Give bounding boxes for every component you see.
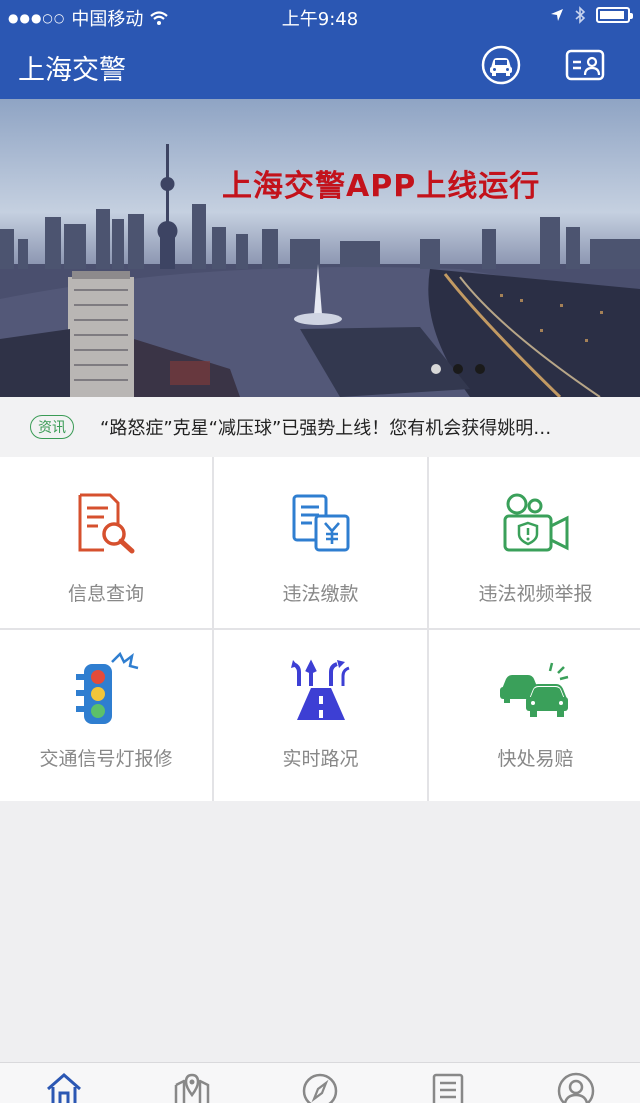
id-card-button[interactable] (564, 44, 606, 86)
banner-headline: 上海交警APP上线运行 (222, 169, 541, 204)
status-time: 上午9:48 (281, 9, 359, 30)
tab-discover[interactable] (298, 1071, 342, 1103)
city-skyline-image (0, 144, 640, 397)
tab-map[interactable] (170, 1071, 214, 1103)
location-arrow-icon (551, 9, 563, 21)
service-label: 交通信号灯报修 (39, 748, 173, 770)
tab-bar (0, 1062, 640, 1103)
tab-home[interactable] (42, 1071, 86, 1103)
traffic-light-icon (76, 651, 139, 724)
document-search-icon (78, 493, 135, 554)
carousel-dot (475, 364, 485, 374)
compass-icon (302, 1073, 338, 1103)
service-traffic-light-repair[interactable]: 交通信号灯报修 (0, 630, 212, 801)
service-label: 违法缴款 (282, 583, 359, 605)
id-card-icon (565, 49, 605, 81)
car-accident-icon (499, 662, 568, 717)
service-grid: 信息查询 违法缴款 违法视频举报 交通信号灯报修 实时路况 快处易赔 (0, 457, 640, 801)
nav-bar: 上海交警 (0, 32, 640, 99)
list-icon (432, 1073, 464, 1103)
tab-profile[interactable] (554, 1071, 598, 1103)
road-icon (290, 659, 350, 720)
carousel-indicator (431, 364, 485, 374)
user-icon (557, 1072, 595, 1103)
carousel-dot (453, 364, 463, 374)
home-icon (47, 1073, 81, 1103)
news-headline[interactable]: “路怒症”克星“减压球”已强势上线！您有机会获得姚明… (100, 414, 551, 440)
payment-bill-icon (292, 494, 349, 552)
bluetooth-icon (575, 6, 586, 24)
service-realtime-traffic[interactable]: 实时路况 (214, 630, 427, 801)
news-tag: 资讯 (30, 415, 74, 439)
service-info-query[interactable]: 信息查询 (0, 457, 212, 628)
service-label: 实时路况 (282, 748, 359, 770)
car-button[interactable] (480, 44, 522, 86)
tab-news[interactable] (426, 1071, 470, 1103)
service-label: 违法视频举报 (478, 583, 593, 605)
carousel-dot (431, 364, 441, 374)
banner-carousel[interactable]: 上海交警APP上线运行 (0, 99, 640, 397)
service-fine-payment[interactable]: 违法缴款 (214, 457, 427, 628)
status-bar: ●●●○○ 中国移动 上午9:48 (0, 0, 640, 32)
map-pin-icon (174, 1073, 210, 1103)
service-label: 信息查询 (67, 583, 144, 605)
video-camera-icon (503, 493, 568, 552)
service-label: 快处易赔 (497, 748, 574, 770)
battery-icon (596, 7, 633, 23)
car-icon (481, 45, 521, 85)
service-quick-claim[interactable]: 快处易赔 (429, 630, 640, 801)
page-title: 上海交警 (18, 55, 126, 86)
news-ticker[interactable]: 资讯 “路怒症”克星“减压球”已强势上线！您有机会获得姚明… (0, 397, 640, 457)
service-video-report[interactable]: 违法视频举报 (429, 457, 640, 628)
